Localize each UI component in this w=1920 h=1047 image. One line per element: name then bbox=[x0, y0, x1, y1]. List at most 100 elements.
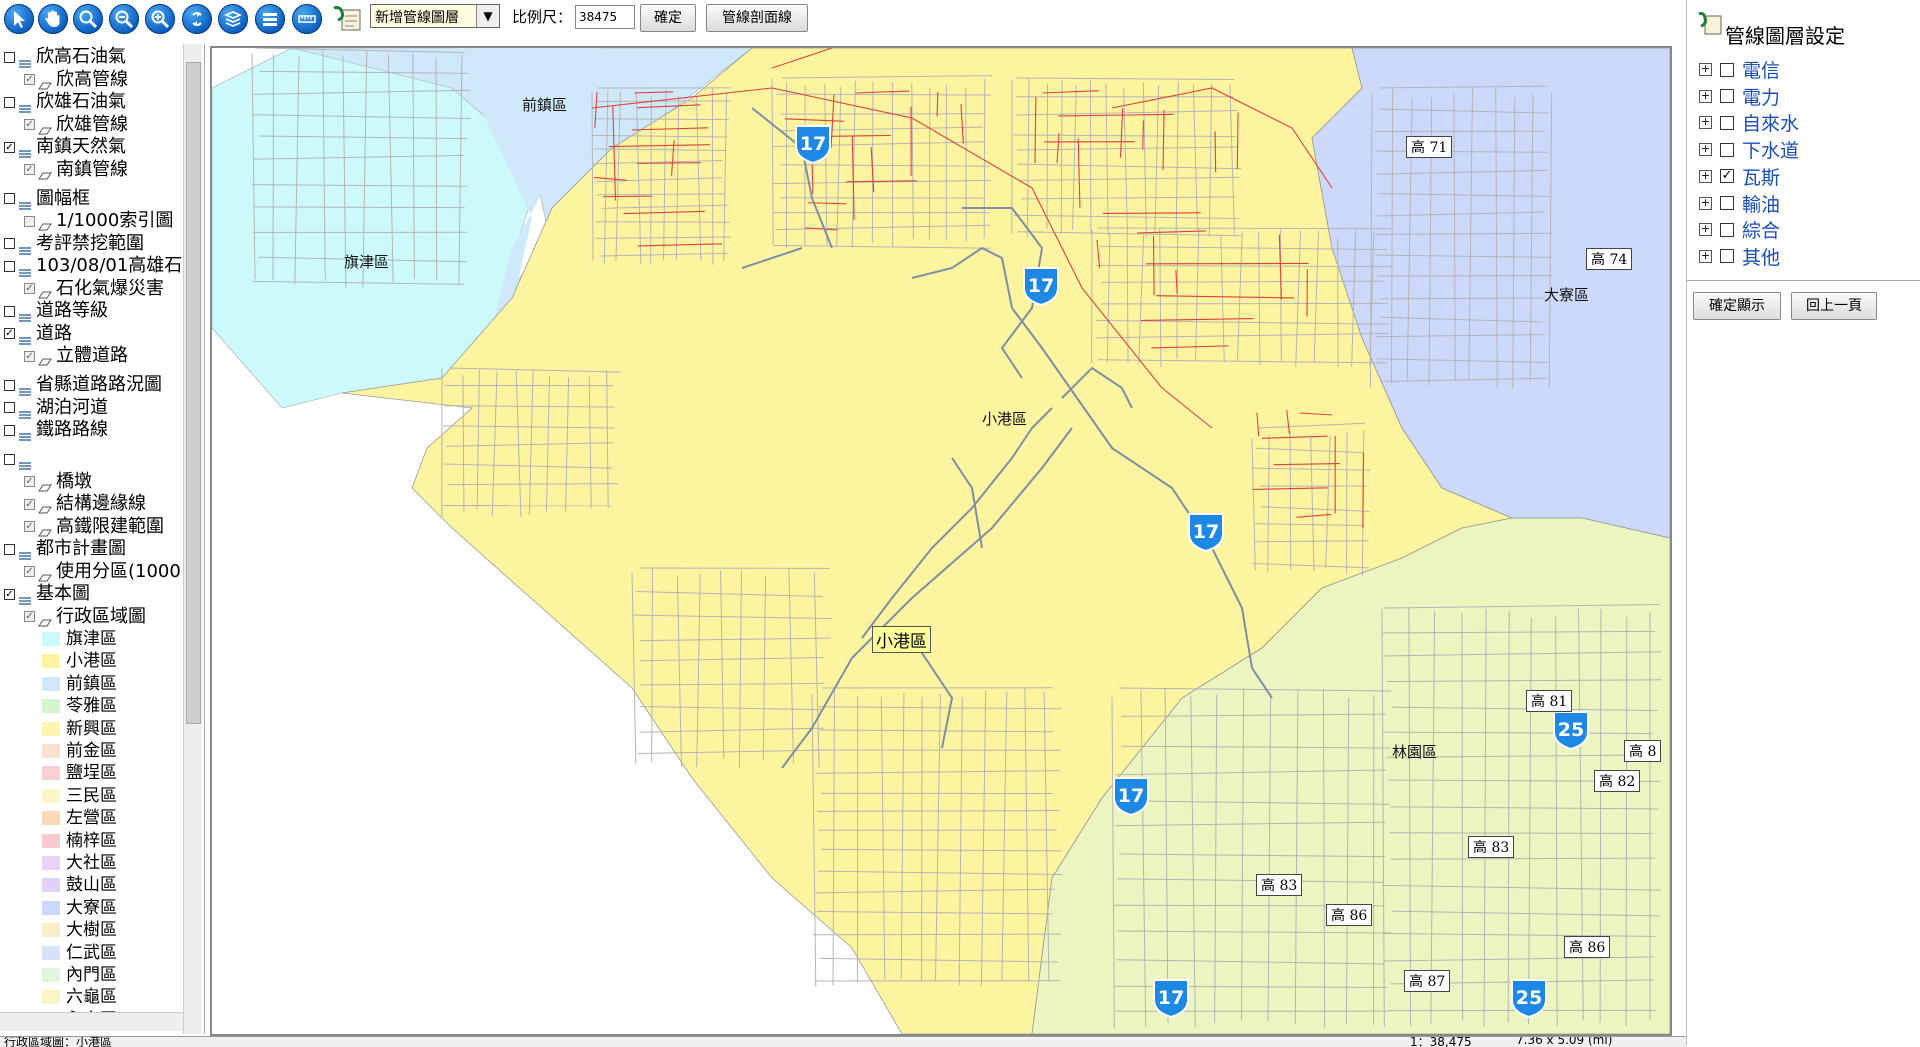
chevron-down-icon[interactable]: ▼ bbox=[476, 5, 499, 27]
measure-ruler-icon[interactable] bbox=[292, 4, 322, 34]
zoom-box-icon[interactable] bbox=[145, 4, 175, 34]
tree-layer-row[interactable]: 103/08/01高雄石化 bbox=[4, 255, 200, 277]
tree-layer-row[interactable]: ✓南鎮天然氣 bbox=[4, 136, 126, 158]
tree-layer-row[interactable]: 圖幅框 bbox=[4, 188, 90, 210]
pipeline-layer-row[interactable]: +綜合 bbox=[1699, 216, 1780, 240]
layer-checkbox[interactable] bbox=[4, 454, 15, 465]
tree-layer-row[interactable]: ✓道路 bbox=[4, 323, 72, 345]
select-arrow-icon[interactable] bbox=[4, 4, 34, 34]
layer-checkbox[interactable]: ✓ bbox=[24, 476, 35, 487]
tree-layer-row[interactable]: 考評禁挖範圍 bbox=[4, 233, 144, 255]
expand-plus-icon[interactable]: + bbox=[1699, 63, 1712, 76]
tree-layer-row[interactable]: 湖泊河道 bbox=[4, 397, 108, 419]
layer-checkbox[interactable]: ✓ bbox=[24, 499, 35, 510]
pipeline-layer-checkbox[interactable] bbox=[1720, 249, 1734, 263]
zoom-out-icon[interactable] bbox=[109, 4, 139, 34]
tree-horizontal-scrollbar[interactable] bbox=[0, 1012, 183, 1031]
tree-layer-row[interactable]: ✓欣雄管線 bbox=[24, 114, 128, 136]
expand-plus-icon[interactable]: + bbox=[1699, 170, 1712, 183]
layer-checkbox[interactable] bbox=[4, 52, 15, 63]
pipeline-layer-checkbox[interactable] bbox=[1720, 116, 1734, 130]
tree-layer-label: 欣高管線 bbox=[56, 69, 128, 90]
layer-checkbox[interactable]: ✓ bbox=[4, 589, 15, 600]
tree-layer-row[interactable]: ✓基本圖 bbox=[4, 583, 90, 605]
pipeline-layer-row[interactable]: +電力 bbox=[1699, 83, 1780, 107]
pan-hand-icon[interactable] bbox=[38, 4, 68, 34]
pipeline-layer-row[interactable]: +自來水 bbox=[1699, 109, 1799, 133]
tree-layer-row[interactable]: 道路等級 bbox=[4, 300, 108, 322]
pipeline-layer-checkbox[interactable] bbox=[1720, 223, 1734, 237]
tree-layer-row[interactable]: 欣雄石油氣 bbox=[4, 91, 126, 113]
tree-layer-row[interactable]: 都市計畫圖 bbox=[4, 538, 126, 560]
layer-checkbox[interactable] bbox=[4, 261, 15, 272]
tree-layer-row[interactable]: 1/1000索引圖 bbox=[24, 210, 173, 232]
layer-checkbox[interactable] bbox=[4, 380, 15, 391]
tree-layer-row[interactable]: 欣高石油氣 bbox=[4, 46, 126, 68]
expand-plus-icon[interactable]: + bbox=[1699, 223, 1712, 236]
pipeline-layer-checkbox[interactable] bbox=[1720, 89, 1734, 103]
pipeline-layer-row[interactable]: +輸油 bbox=[1699, 190, 1780, 214]
tree-layer-row[interactable]: ✓石化氣爆災害 bbox=[24, 278, 164, 300]
zoom-in-icon[interactable] bbox=[73, 4, 103, 34]
layer-checkbox[interactable] bbox=[4, 193, 15, 204]
tree-layer-row[interactable]: ✓南鎮管線 bbox=[24, 159, 128, 181]
scrollbar-thumb[interactable] bbox=[186, 62, 201, 724]
tree-layer-row[interactable]: ✓ 欣高管線 bbox=[24, 69, 128, 91]
pipeline-layer-checkbox[interactable]: ✓ bbox=[1720, 169, 1734, 183]
confirm-display-button[interactable]: 確定顯示 bbox=[1693, 292, 1781, 320]
tree-layer-row[interactable] bbox=[4, 448, 36, 470]
layer-checkbox[interactable]: ✓ bbox=[24, 74, 35, 85]
layer-checkbox[interactable]: ✓ bbox=[4, 142, 15, 153]
legend-swatch bbox=[42, 990, 60, 1004]
refresh-icon[interactable] bbox=[182, 4, 212, 34]
layer-checkbox[interactable]: ✓ bbox=[24, 164, 35, 175]
layer-checkbox[interactable] bbox=[24, 216, 35, 227]
pipeline-layer-row[interactable]: +✓瓦斯 bbox=[1699, 163, 1780, 187]
pipeline-layer-checkbox[interactable] bbox=[1720, 63, 1734, 77]
tree-layer-row[interactable]: ✓橋墩 bbox=[24, 471, 92, 493]
tree-layer-row[interactable]: 省縣道路路況圖 bbox=[4, 374, 162, 396]
pipeline-layer-checkbox[interactable] bbox=[1720, 143, 1734, 157]
map-canvas[interactable]: 前鎮區 旗津區 小港區 大寮區 林園區 小港區 17 17 17 17 17 2… bbox=[210, 46, 1672, 1036]
layer-checkbox[interactable] bbox=[4, 402, 15, 413]
expand-plus-icon[interactable]: + bbox=[1699, 143, 1712, 156]
pipeline-layer-row[interactable]: +其他 bbox=[1699, 243, 1780, 267]
tree-layer-row[interactable]: ✓立體道路 bbox=[24, 345, 128, 367]
pipeline-profile-button[interactable]: 管線剖面線 bbox=[706, 4, 808, 32]
layer-checkbox[interactable]: ✓ bbox=[4, 328, 15, 339]
pipeline-layer-row[interactable]: +電信 bbox=[1699, 56, 1780, 80]
expand-plus-icon[interactable]: + bbox=[1699, 116, 1712, 129]
layer-checkbox[interactable]: ✓ bbox=[24, 566, 35, 577]
expand-plus-icon[interactable]: + bbox=[1699, 197, 1712, 210]
district-legend-item: 仁武區 bbox=[42, 942, 117, 964]
layer-checkbox[interactable] bbox=[4, 425, 15, 436]
layer-checkbox[interactable]: ✓ bbox=[24, 351, 35, 362]
scale-confirm-button[interactable]: 確定 bbox=[640, 4, 696, 32]
pipeline-layer-row[interactable]: +下水道 bbox=[1699, 136, 1799, 160]
back-button[interactable]: 回上一頁 bbox=[1791, 292, 1877, 320]
tree-layer-row[interactable]: 鐵路路線 bbox=[4, 419, 108, 441]
pipeline-layer-checkbox[interactable] bbox=[1720, 196, 1734, 210]
line-layer-icon bbox=[38, 612, 52, 622]
layer-checkbox[interactable] bbox=[4, 238, 15, 249]
tree-layer-row[interactable]: ✓結構邊緣線 bbox=[24, 493, 146, 515]
layer-checkbox[interactable]: ✓ bbox=[24, 283, 35, 294]
layer-checkbox[interactable] bbox=[4, 306, 15, 317]
layers-stack-icon[interactable] bbox=[255, 4, 285, 34]
layers-icon[interactable] bbox=[218, 4, 248, 34]
layer-checkbox[interactable]: ✓ bbox=[24, 521, 35, 532]
layer-group-icon bbox=[18, 380, 32, 390]
tree-layer-row[interactable]: ✓使用分區(1000 bbox=[24, 561, 181, 583]
layer-select[interactable]: 新增管線圖層 ▼ bbox=[370, 4, 500, 28]
layer-checkbox[interactable] bbox=[4, 97, 15, 108]
layer-checkbox[interactable]: ✓ bbox=[24, 119, 35, 130]
expand-plus-icon[interactable]: + bbox=[1699, 250, 1712, 263]
tree-layer-row[interactable]: ✓高鐵限建範圍 bbox=[24, 516, 164, 538]
expand-plus-icon[interactable]: + bbox=[1699, 90, 1712, 103]
scale-input[interactable] bbox=[575, 5, 635, 29]
tree-vertical-scrollbar[interactable] bbox=[183, 44, 202, 1034]
layer-checkbox[interactable]: ✓ bbox=[24, 611, 35, 622]
layer-checkbox[interactable] bbox=[4, 544, 15, 555]
tree-layer-row[interactable]: ✓行政區域圖 bbox=[24, 606, 146, 628]
pipeline-map-icon[interactable] bbox=[332, 4, 364, 34]
